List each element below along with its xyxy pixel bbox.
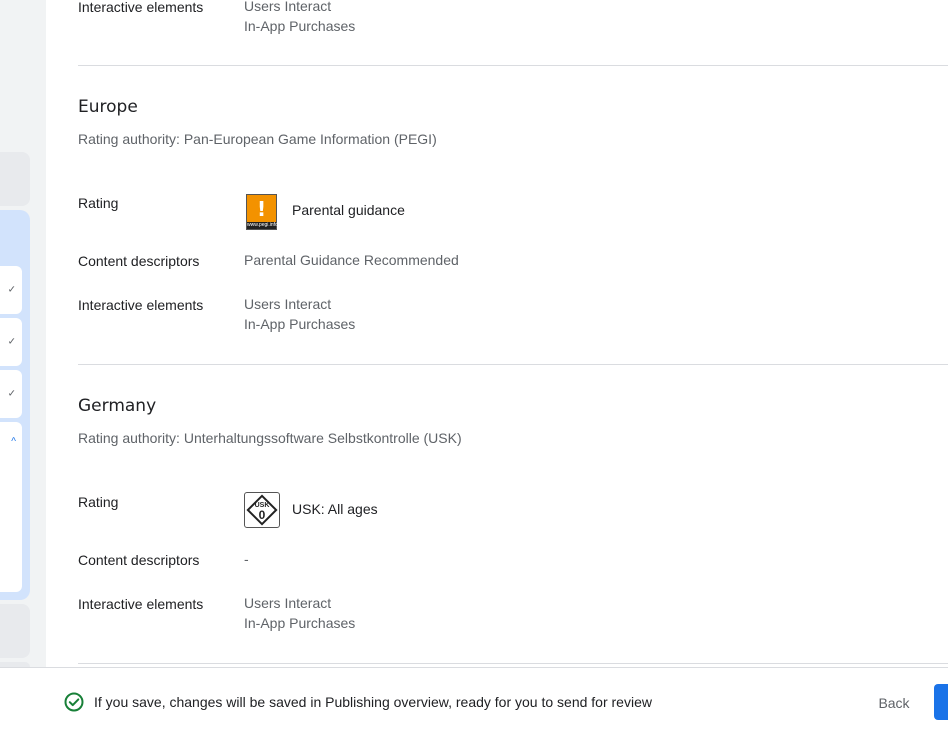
section-divider <box>78 364 948 365</box>
content-descriptors-value: Parental Guidance Recommended <box>244 252 459 268</box>
content-descriptors-label: Content descriptors <box>78 253 200 269</box>
region-title-germany: Germany <box>78 396 157 416</box>
check-icon: ✓ <box>7 284 16 296</box>
check-circle-icon <box>64 692 84 712</box>
content-descriptors-value: - <box>244 551 249 567</box>
back-button[interactable]: Back <box>866 686 922 720</box>
rating-value: USK: All ages <box>292 501 378 517</box>
rating-authority: Rating authority: Unterhaltungssoftware … <box>78 430 462 446</box>
rating-value: Parental guidance <box>292 202 405 218</box>
interactive-elements-value: Users Interact In-App Purchases <box>244 593 355 633</box>
interactive-element-item: Users Interact <box>244 0 332 14</box>
sidebar-item[interactable] <box>0 604 30 658</box>
usk-badge-icon: USK 0 <box>244 492 280 528</box>
section-divider <box>78 663 948 664</box>
section-divider <box>78 65 948 66</box>
interactive-elements-value: Users Interact In-App Purchases <box>244 0 355 36</box>
pegi-badge-icon: ! www.pegi.info <box>246 194 278 230</box>
sidebar-card[interactable]: ✓ <box>0 266 22 314</box>
rating-authority: Rating authority: Pan-European Game Info… <box>78 131 437 147</box>
check-icon: ✓ <box>7 388 16 400</box>
interactive-elements-value: Users Interact In-App Purchases <box>244 294 355 334</box>
interactive-elements-label: Interactive elements <box>78 0 204 15</box>
sidebar-item[interactable] <box>0 152 30 206</box>
interactive-element-item: Users Interact <box>244 595 332 611</box>
interactive-elements-label: Interactive elements <box>78 596 204 612</box>
sidebar-card-expanded[interactable]: ^ <box>0 422 22 592</box>
interactive-element-item: Users Interact <box>244 296 332 312</box>
save-button[interactable] <box>934 684 948 720</box>
left-sidebar: ✓ ✓ ✓ ^ <box>0 0 46 736</box>
sidebar-card[interactable]: ✓ <box>0 370 22 418</box>
interactive-element-item: In-App Purchases <box>244 18 356 34</box>
sidebar-card[interactable]: ✓ <box>0 318 22 366</box>
region-title-europe: Europe <box>78 97 138 117</box>
interactive-element-item: In-App Purchases <box>244 316 356 332</box>
rating-label: Rating <box>78 494 119 510</box>
rating-label: Rating <box>78 195 119 211</box>
save-status-message: If you save, changes will be saved in Pu… <box>94 694 652 710</box>
interactive-element-item: In-App Purchases <box>244 615 356 631</box>
interactive-elements-label: Interactive elements <box>78 297 204 313</box>
content-descriptors-label: Content descriptors <box>78 552 200 568</box>
chevron-up-icon[interactable]: ^ <box>11 437 16 448</box>
footer-bar: If you save, changes will be saved in Pu… <box>0 667 948 737</box>
check-icon: ✓ <box>7 336 16 348</box>
